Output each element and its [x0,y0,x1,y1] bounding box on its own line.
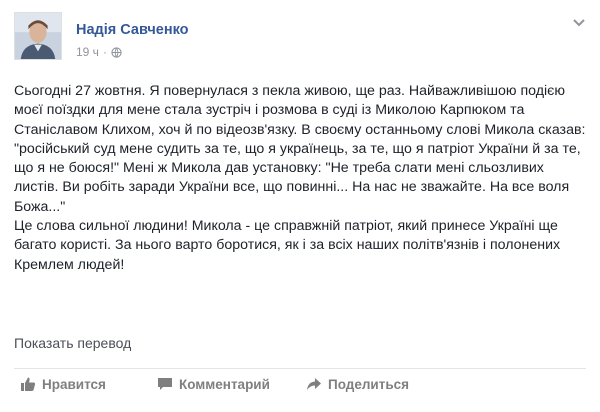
globe-icon[interactable] [111,46,122,58]
like-button[interactable]: Нравится [20,376,106,392]
avatar[interactable] [14,12,62,60]
meta-separator: · [102,45,107,59]
share-button[interactable]: Поделиться [306,376,409,392]
comment-button[interactable]: Комментарий [157,376,270,392]
like-label: Нравится [42,376,106,392]
post-actions-bar: Нравится Комментарий Поделиться [14,376,586,398]
divider [14,368,586,369]
share-label: Поделиться [328,376,410,392]
profile-photo [15,13,61,59]
author-name[interactable]: Надія Савченко [76,22,189,38]
thumbs-up-icon [21,377,36,391]
post-paragraph: Сьогодні 27 жовтня. Я повернулася з пекл… [14,83,586,215]
post-body: Сьогодні 27 жовтня. Я повернулася з пекл… [14,82,586,275]
post-meta: 19 ч · [76,45,122,59]
chevron-down-icon[interactable] [572,18,586,28]
post-timestamp[interactable]: 19 ч [76,45,99,59]
comment-label: Комментарий [179,376,270,392]
share-icon [307,378,321,390]
facebook-post: Надія Савченко 19 ч · Сьогодні 27 жовтня… [0,0,600,412]
comment-icon [158,378,172,390]
post-paragraph: Це слова сильної людини! Микола - це спр… [14,218,561,273]
post-header: Надія Савченко 19 ч · [14,12,586,64]
see-translation-link[interactable]: Показать перевод [14,335,131,351]
